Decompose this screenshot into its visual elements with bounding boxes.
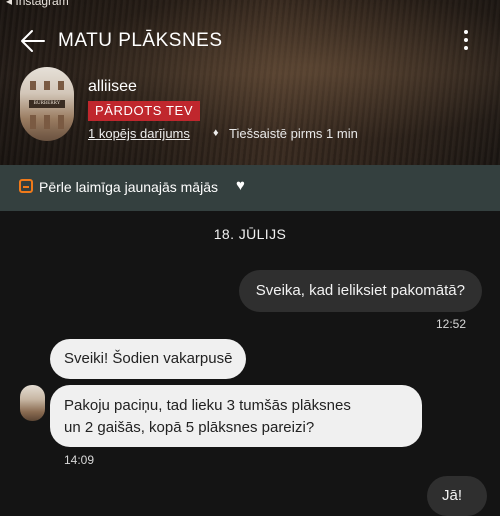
chat-header: ◂ Instagram MATU PLĀKSNES BURBERRY allii… [0, 0, 500, 165]
message-incoming[interactable]: Sveiki! Šodien vakarpusē [50, 339, 247, 379]
more-vertical-icon [464, 30, 468, 34]
banner-text: Pērle laimīga jaunajās mājās [39, 179, 218, 195]
package-icon [19, 179, 33, 193]
shared-deals-link[interactable]: 1 kopējs darījums [88, 126, 190, 141]
online-status: Tiešsaistē pirms 1 min [229, 126, 358, 141]
seller-avatar[interactable]: BURBERRY [20, 67, 74, 141]
arrow-left-icon [21, 30, 45, 52]
heart-icon: ♥ [236, 177, 245, 194]
avatar-sign: BURBERRY [29, 100, 65, 108]
message-timestamp: 14:09 [64, 453, 95, 467]
message-outgoing[interactable]: Jā! [427, 476, 487, 516]
pinned-banner[interactable]: Pērle laimīga jaunajās mājās ♥ [0, 165, 500, 211]
page-title: MATU PLĀKSNES [58, 30, 223, 51]
message-timestamp: 12:52 [435, 317, 466, 331]
more-options-button[interactable] [456, 28, 476, 52]
message-incoming[interactable]: Pakoju paciņu, tad lieku 3 tumšās plāksn… [50, 385, 422, 447]
back-to-app-link[interactable]: ◂ Instagram [6, 0, 69, 8]
sold-to-you-badge: PĀRDOTS TEV [88, 101, 201, 121]
back-button[interactable] [18, 26, 48, 56]
message-line: un 2 gaišās, kopā 5 plāksnes pareizi? [64, 419, 315, 436]
message-line: Pakoju paciņu, tad lieku 3 tumšās plāksn… [64, 397, 351, 414]
separator-diamond-icon: ♦ [213, 127, 219, 139]
seller-username[interactable]: alliisee [88, 78, 137, 96]
message-outgoing[interactable]: Sveika, kad ieliksiet pakomātā? [238, 270, 482, 312]
sender-avatar[interactable] [20, 385, 45, 421]
date-separator: 18. JŪLIJS [213, 226, 287, 242]
